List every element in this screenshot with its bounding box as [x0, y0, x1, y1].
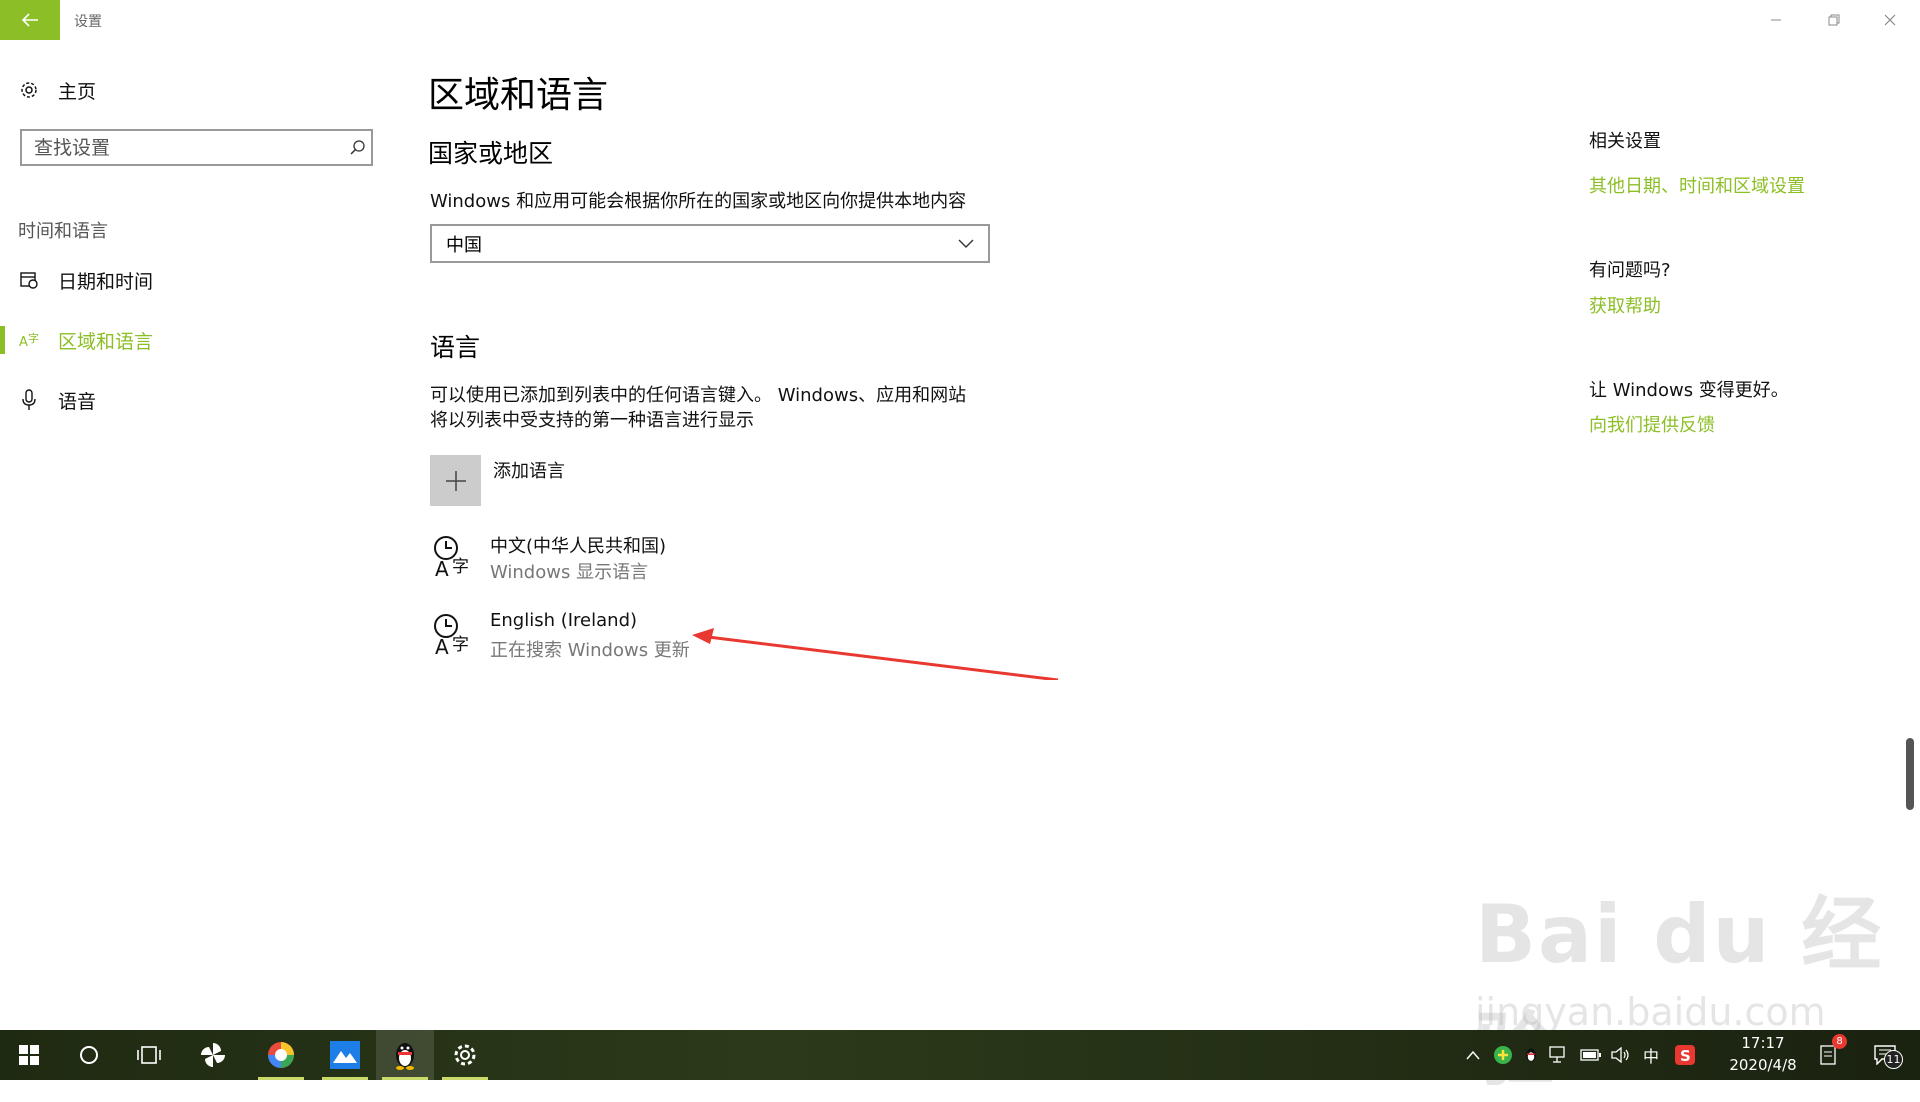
language-pack-icon: A字 — [432, 534, 476, 582]
feedback-heading: 让 Windows 变得更好。 — [1589, 380, 1789, 401]
sidebar-section-label: 时间和语言 — [18, 221, 108, 242]
notification-badge: 8 — [1832, 1034, 1847, 1049]
language-item-chinese[interactable]: A字 中文(中华人民共和国) Windows 显示语言 — [430, 532, 1030, 592]
search-input[interactable] — [22, 131, 346, 164]
gear-icon — [0, 80, 58, 100]
svg-text:字: 字 — [452, 557, 469, 577]
tray-notifications-app[interactable]: 8 — [1816, 1034, 1847, 1068]
penguin-qq-icon — [396, 1043, 414, 1070]
taskbar-app-pinwheel[interactable] — [184, 1030, 242, 1080]
start-button[interactable] — [0, 1030, 58, 1080]
title-bar — [0, 0, 1920, 40]
green-plus-app-icon — [1494, 1046, 1512, 1064]
svg-text:A: A — [435, 635, 449, 656]
sogou-s-icon: S — [1675, 1045, 1695, 1065]
task-view-button[interactable] — [120, 1030, 178, 1080]
action-center-badge: 11 — [1884, 1050, 1903, 1069]
windows-logo-icon — [19, 1045, 39, 1065]
language-heading: 语言 — [430, 333, 481, 362]
back-button[interactable] — [0, 0, 60, 40]
tray-expand-button[interactable] — [1460, 1042, 1486, 1068]
page-title: 区域和语言 — [428, 75, 609, 116]
tray-app-green[interactable] — [1490, 1042, 1516, 1068]
region-dropdown[interactable]: 中国 — [430, 224, 990, 263]
language-status: 正在搜索 Windows 更新 — [490, 640, 690, 661]
language-description-line2: 将以列表中受支持的第一种语言进行显示 — [430, 410, 754, 431]
tray-sogou[interactable]: S — [1672, 1042, 1698, 1068]
clock-time[interactable]: 17:17 — [1735, 1034, 1791, 1052]
cortana-circle-icon — [80, 1046, 98, 1064]
calendar-clock-icon — [0, 270, 58, 290]
feedback-link[interactable]: 向我们提供反馈 — [1589, 411, 1715, 437]
language-pack-icon: A字 — [432, 612, 476, 660]
close-button[interactable] — [1862, 0, 1918, 40]
language-name: 中文(中华人民共和国) — [490, 536, 667, 557]
chevron-down-icon — [958, 239, 974, 248]
restore-button[interactable] — [1806, 0, 1862, 40]
plus-icon — [445, 470, 466, 491]
add-language-button[interactable] — [430, 455, 481, 506]
svg-text:S: S — [1680, 1047, 1691, 1065]
sidebar-item-region-language[interactable]: A字 区域和语言 — [0, 318, 390, 362]
chevron-up-icon — [1466, 1050, 1480, 1060]
language-description-line1: 可以使用已添加到列表中的任何语言键入。 Windows、应用和网站 — [430, 385, 967, 406]
clock-date[interactable]: 2020/4/8 — [1722, 1056, 1804, 1074]
scrollbar-thumb[interactable] — [1906, 738, 1914, 810]
cortana-button[interactable] — [60, 1030, 118, 1080]
arrow-left-icon — [21, 13, 38, 27]
taskbar-app-qq[interactable] — [376, 1030, 434, 1080]
close-icon — [1884, 14, 1896, 26]
related-settings-heading: 相关设置 — [1589, 131, 1661, 152]
annotation-arrow — [692, 628, 1059, 680]
search-icon[interactable] — [350, 140, 366, 156]
tray-network[interactable] — [1546, 1042, 1572, 1068]
battery-icon — [1580, 1049, 1601, 1061]
language-icon: A字 — [0, 330, 58, 350]
active-indicator — [0, 326, 5, 354]
sidebar-item-label: 语音 — [58, 390, 97, 413]
color-wheel-browser-icon — [268, 1042, 294, 1068]
related-settings-link[interactable]: 其他日期、时间和区域设置 — [1589, 172, 1805, 198]
minimize-icon — [1771, 19, 1781, 21]
speaker-icon — [1611, 1047, 1629, 1063]
sidebar-item-label: 日期和时间 — [58, 270, 154, 293]
window-title: 设置 — [74, 14, 102, 30]
tray-app-qq[interactable] — [1518, 1042, 1544, 1068]
svg-text:A: A — [435, 557, 449, 578]
tray-battery[interactable] — [1578, 1042, 1604, 1068]
restore-icon — [1828, 14, 1840, 26]
penguin-qq-icon — [1526, 1048, 1536, 1062]
svg-text:字: 字 — [452, 635, 469, 655]
taskbar-app-browser[interactable] — [252, 1030, 310, 1080]
sidebar-home-label: 主页 — [58, 80, 97, 103]
get-help-link[interactable]: 获取帮助 — [1589, 292, 1661, 318]
action-center-button[interactable]: 11 — [1868, 1042, 1903, 1069]
taskbar-app-photos[interactable] — [316, 1030, 374, 1080]
task-view-icon — [137, 1046, 161, 1064]
region-description: Windows 和应用可能会根据你所在的国家或地区向你提供本地内容 — [430, 191, 967, 212]
network-icon — [1549, 1046, 1565, 1063]
sidebar-home[interactable]: 主页 — [0, 68, 390, 112]
sidebar-item-label: 区域和语言 — [58, 330, 154, 353]
microphone-icon — [0, 389, 58, 411]
tray-volume[interactable] — [1608, 1042, 1634, 1068]
svg-text:字: 字 — [28, 331, 39, 345]
region-selected-value: 中国 — [446, 234, 482, 256]
help-heading: 有问题吗? — [1589, 260, 1671, 281]
language-name: English (Ireland) — [490, 610, 638, 631]
baidu-watermark-url: jingyan.baidu.com — [1475, 990, 1826, 1034]
gear-icon — [454, 1044, 476, 1066]
sidebar-item-speech[interactable]: 语音 — [0, 378, 390, 422]
minimize-button[interactable] — [1748, 0, 1804, 40]
taskbar-app-settings[interactable] — [436, 1030, 494, 1080]
region-heading: 国家或地区 — [428, 139, 554, 168]
svg-text:A: A — [19, 335, 28, 350]
pinwheel-app-icon — [201, 1043, 225, 1067]
language-status: Windows 显示语言 — [490, 562, 649, 583]
mountain-app-icon — [330, 1041, 360, 1069]
add-language-label[interactable]: 添加语言 — [493, 457, 565, 483]
tray-ime[interactable]: 中 — [1638, 1042, 1664, 1068]
search-box[interactable] — [20, 129, 373, 166]
sidebar-item-date-time[interactable]: 日期和时间 — [0, 258, 390, 302]
